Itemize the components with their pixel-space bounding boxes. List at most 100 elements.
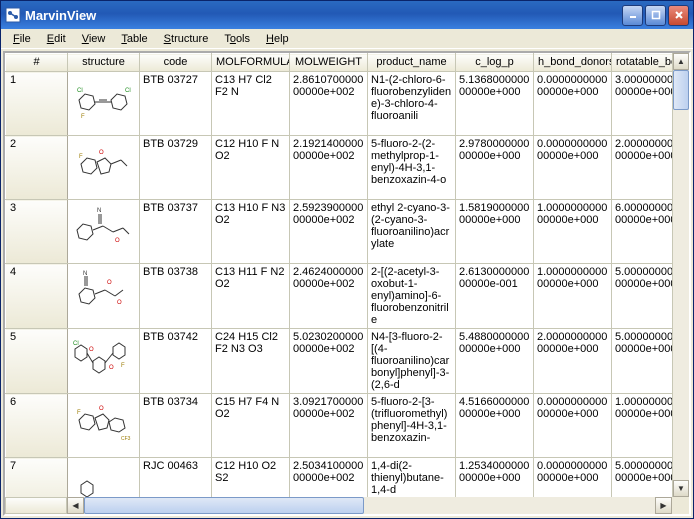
clogp-cell: 4.516600000000000e+000 [456, 394, 534, 458]
table-row[interactable]: 1 ClClF BTB 03727 C13 H7 Cl2 F2 N 2.8610… [6, 72, 673, 136]
vscroll-track[interactable] [673, 70, 689, 480]
molweight-cell: 3.092170000000000e+002 [290, 394, 368, 458]
structure-cell[interactable]: N O O [68, 264, 140, 329]
row-number: 5 [6, 329, 68, 394]
maximize-button[interactable] [645, 5, 666, 26]
menu-structure[interactable]: Structure [156, 31, 217, 47]
menu-edit[interactable]: Edit [39, 31, 74, 47]
titlebar: MarvinView [1, 1, 693, 29]
svg-text:O: O [115, 238, 120, 244]
svg-text:O: O [99, 406, 104, 412]
col-molformula[interactable]: MOLFORMULA [212, 54, 290, 72]
structure-cell[interactable] [68, 458, 140, 498]
data-grid[interactable]: # structure code MOLFORMULA MOLWEIGHT pr… [5, 53, 672, 497]
svg-text:F: F [79, 154, 83, 160]
svg-text:N: N [97, 208, 101, 214]
molformula-cell: C13 H7 Cl2 F2 N [212, 72, 290, 136]
svg-text:O: O [117, 300, 122, 306]
vertical-scrollbar[interactable]: ▲ ▼ [672, 53, 689, 497]
clogp-cell: 5.488000000000000e+000 [456, 329, 534, 394]
close-button[interactable] [668, 5, 689, 26]
col-hbonddonors[interactable]: h_bond_donors [534, 54, 612, 72]
code-cell: BTB 03727 [140, 72, 212, 136]
molweight-cell: 2.192140000000000e+002 [290, 136, 368, 200]
productname-cell: 5-fluoro-2-[3-(trifluoromethyl)phenyl]-4… [368, 394, 456, 458]
col-num[interactable]: # [6, 54, 68, 72]
structure-cell[interactable]: OCF3F [68, 394, 140, 458]
window-controls [622, 5, 689, 26]
molecule-icon: N O O [69, 268, 135, 324]
svg-text:O: O [109, 365, 114, 371]
menu-table[interactable]: Table [113, 31, 155, 47]
rotatable-cell: 3.000000000000000e+000 [612, 72, 673, 136]
scroll-up-button[interactable]: ▲ [673, 53, 689, 70]
molecule-icon: NO [69, 204, 135, 260]
table-row[interactable]: 6 OCF3F BTB 03734 C15 H7 F4 N O2 3.09217… [6, 394, 673, 458]
hscroll-track[interactable] [84, 497, 655, 514]
molecule-icon: OOClF [69, 333, 135, 389]
col-molweight[interactable]: MOLWEIGHT [290, 54, 368, 72]
vscroll-thumb[interactable] [673, 70, 689, 110]
hbonddonors-cell: 1.000000000000000e+000 [534, 200, 612, 264]
structure-cell[interactable]: OOClF [68, 329, 140, 394]
structure-cell[interactable]: NO [68, 200, 140, 264]
col-rotatable[interactable]: rotatable_bo... [612, 54, 673, 72]
code-cell: BTB 03738 [140, 264, 212, 329]
col-structure[interactable]: structure [68, 54, 140, 72]
code-cell: BTB 03742 [140, 329, 212, 394]
col-productname[interactable]: product_name [368, 54, 456, 72]
col-clogp[interactable]: c_log_p [456, 54, 534, 72]
row-number: 6 [6, 394, 68, 458]
menu-file[interactable]: File [5, 31, 39, 47]
structure-cell[interactable]: OF [68, 136, 140, 200]
table-row[interactable]: 3 NO BTB 03737 C13 H10 F N3 O2 2.5923900… [6, 200, 673, 264]
row-number: 3 [6, 200, 68, 264]
scroll-down-button[interactable]: ▼ [673, 480, 689, 497]
hbonddonors-cell: 1.000000000000000e+000 [534, 264, 612, 329]
svg-text:O: O [99, 150, 104, 156]
structure-cell[interactable]: ClClF [68, 72, 140, 136]
svg-text:O: O [107, 280, 112, 286]
svg-text:N: N [83, 271, 87, 277]
horizontal-scrollbar[interactable]: ◀ ▶ [5, 497, 689, 514]
molformula-cell: C12 H10 F N O2 [212, 136, 290, 200]
code-cell: BTB 03734 [140, 394, 212, 458]
hbonddonors-cell: 0.000000000000000e+000 [534, 394, 612, 458]
row-number: 4 [6, 264, 68, 329]
clogp-cell: 1.581900000000000e+000 [456, 200, 534, 264]
code-cell: BTB 03737 [140, 200, 212, 264]
svg-text:F: F [121, 363, 125, 369]
hscroll-thumb[interactable] [84, 497, 364, 514]
clogp-cell: 2.613000000000000e-001 [456, 264, 534, 329]
table-row[interactable]: 4 NOO BTB 03738 C13 H11 F N2 O2 2.462400… [6, 264, 673, 329]
col-code[interactable]: code [140, 54, 212, 72]
row-number: 2 [6, 136, 68, 200]
hscroll-corner-pad [5, 497, 67, 514]
app-window: MarvinView File Edit View Table Structur… [0, 0, 694, 519]
svg-text:O: O [89, 347, 94, 353]
menu-help[interactable]: Help [258, 31, 297, 47]
molformula-cell: C24 H15 Cl2 F2 N3 O3 [212, 329, 290, 394]
menu-view[interactable]: View [74, 31, 114, 47]
menubar: File Edit View Table Structure Tools Hel… [1, 29, 693, 49]
productname-cell: 1,4-di(2-thienyl)butane-1,4-d [368, 458, 456, 498]
menu-tools[interactable]: Tools [216, 31, 258, 47]
productname-cell: 5-fluoro-2-(2-methylprop-1-enyl)-4H-3,1-… [368, 136, 456, 200]
table-row[interactable]: 5 OOClF BTB 03742 C24 H15 Cl2 F2 N3 O3 5… [6, 329, 673, 394]
rotatable-cell: 5.000000000000000e+000 [612, 458, 673, 498]
rotatable-cell: 5.000000000000000e+000 [612, 329, 673, 394]
scroll-left-button[interactable]: ◀ [67, 497, 84, 514]
svg-text:CF3: CF3 [121, 436, 131, 442]
molecule-icon: OF [69, 140, 135, 196]
hbonddonors-cell: 0.000000000000000e+000 [534, 72, 612, 136]
minimize-button[interactable] [622, 5, 643, 26]
molweight-cell: 5.023020000000000e+002 [290, 329, 368, 394]
molweight-cell: 2.592390000000000e+002 [290, 200, 368, 264]
molecule-icon: OCF3F [69, 398, 135, 454]
rotatable-cell: 6.000000000000000e+000 [612, 200, 673, 264]
content-area: # structure code MOLFORMULA MOLWEIGHT pr… [3, 51, 691, 516]
scroll-right-button[interactable]: ▶ [655, 497, 672, 514]
productname-cell: 2-[(2-acetyl-3-oxobut-1-enyl)amino]-6-fl… [368, 264, 456, 329]
table-row[interactable]: 7 RJC 00463 C12 H10 O2 S2 2.503410000000… [6, 458, 673, 498]
table-row[interactable]: 2 OF BTB 03729 C12 H10 F N O2 2.19214000… [6, 136, 673, 200]
